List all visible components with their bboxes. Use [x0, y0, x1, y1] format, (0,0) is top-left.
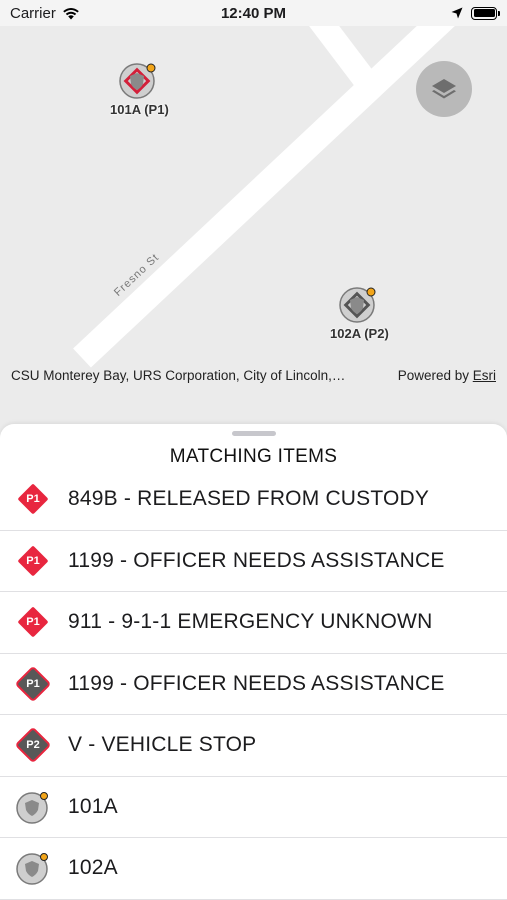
list-item[interactable]: P1 849B - RELEASED FROM CUSTODY — [0, 469, 507, 531]
list-item[interactable]: P2 V - VEHICLE STOP — [0, 715, 507, 777]
list-item[interactable]: 102A — [0, 838, 507, 900]
matching-items-sheet: MATCHING ITEMS P1 849B - RELEASED FROM C… — [0, 424, 507, 900]
map-marker-label: 101A (P1) — [110, 102, 169, 117]
priority-badge: P2 — [26, 739, 40, 752]
unit-marker-icon — [339, 287, 376, 323]
list-item-label: 1199 - OFFICER NEEDS ASSISTANCE — [68, 671, 445, 695]
sheet-title: MATCHING ITEMS — [169, 446, 338, 467]
incident-priority-icon: P1 — [0, 592, 68, 653]
map-view[interactable]: Fresno St 101A (P1) 102A (P2) CSU Monter… — [0, 0, 507, 440]
list-item[interactable]: P1 1199 - OFFICER NEEDS ASSISTANCE — [0, 531, 507, 592]
incident-assigned-icon: P2 — [0, 715, 68, 776]
wifi-icon — [63, 7, 79, 19]
priority-badge: P1 — [26, 616, 40, 629]
map-marker-102a[interactable]: 102A (P2) — [330, 286, 389, 341]
priority-badge: P1 — [26, 493, 40, 506]
sheet-grabber-handle[interactable] — [232, 431, 276, 436]
powered-by-text: Powered by — [397, 368, 469, 383]
unit-marker-icon — [119, 63, 156, 99]
incident-priority-icon: P1 — [0, 531, 68, 592]
list-item-label: 101A — [68, 794, 118, 818]
incident-priority-icon: P1 — [0, 469, 68, 530]
map-marker-101a[interactable]: 101A (P1) — [110, 62, 169, 117]
unit-shield-icon — [16, 853, 48, 885]
carrier-label: Carrier — [10, 4, 56, 22]
list-item-label: 849B - RELEASED FROM CUSTODY — [68, 487, 430, 511]
map-marker-label: 102A (P2) — [330, 326, 389, 341]
list-item-label: 1199 - OFFICER NEEDS ASSISTANCE — [68, 548, 445, 572]
unit-shield-icon — [16, 791, 48, 824]
list-item-label: 911 - 9-1-1 EMERGENCY UNKNOWN — [68, 610, 433, 634]
status-bar: Carrier 12:40 PM — [0, 0, 507, 26]
list-item-label: 102A — [68, 856, 118, 880]
layers-icon — [432, 79, 456, 99]
incident-assigned-icon: P1 — [0, 654, 68, 715]
map-attribution: CSU Monterey Bay, URS Corporation, City … — [11, 368, 346, 383]
location-arrow-icon — [451, 7, 463, 19]
priority-badge: P1 — [26, 677, 40, 690]
battery-icon — [471, 6, 500, 20]
powered-by: Powered by Esri — [398, 368, 496, 383]
layers-button[interactable] — [416, 61, 472, 117]
list-item[interactable]: 101A — [0, 777, 507, 838]
esri-link[interactable]: Esri — [473, 368, 496, 383]
list-item[interactable]: P1 1199 - OFFICER NEEDS ASSISTANCE — [0, 654, 507, 715]
priority-badge: P1 — [26, 554, 40, 567]
list-item[interactable]: P1 911 - 9-1-1 EMERGENCY UNKNOWN — [0, 592, 507, 654]
matching-items-list: P1 849B - RELEASED FROM CUSTODY P1 1199 … — [0, 469, 507, 900]
list-item-label: V - VEHICLE STOP — [68, 733, 257, 757]
